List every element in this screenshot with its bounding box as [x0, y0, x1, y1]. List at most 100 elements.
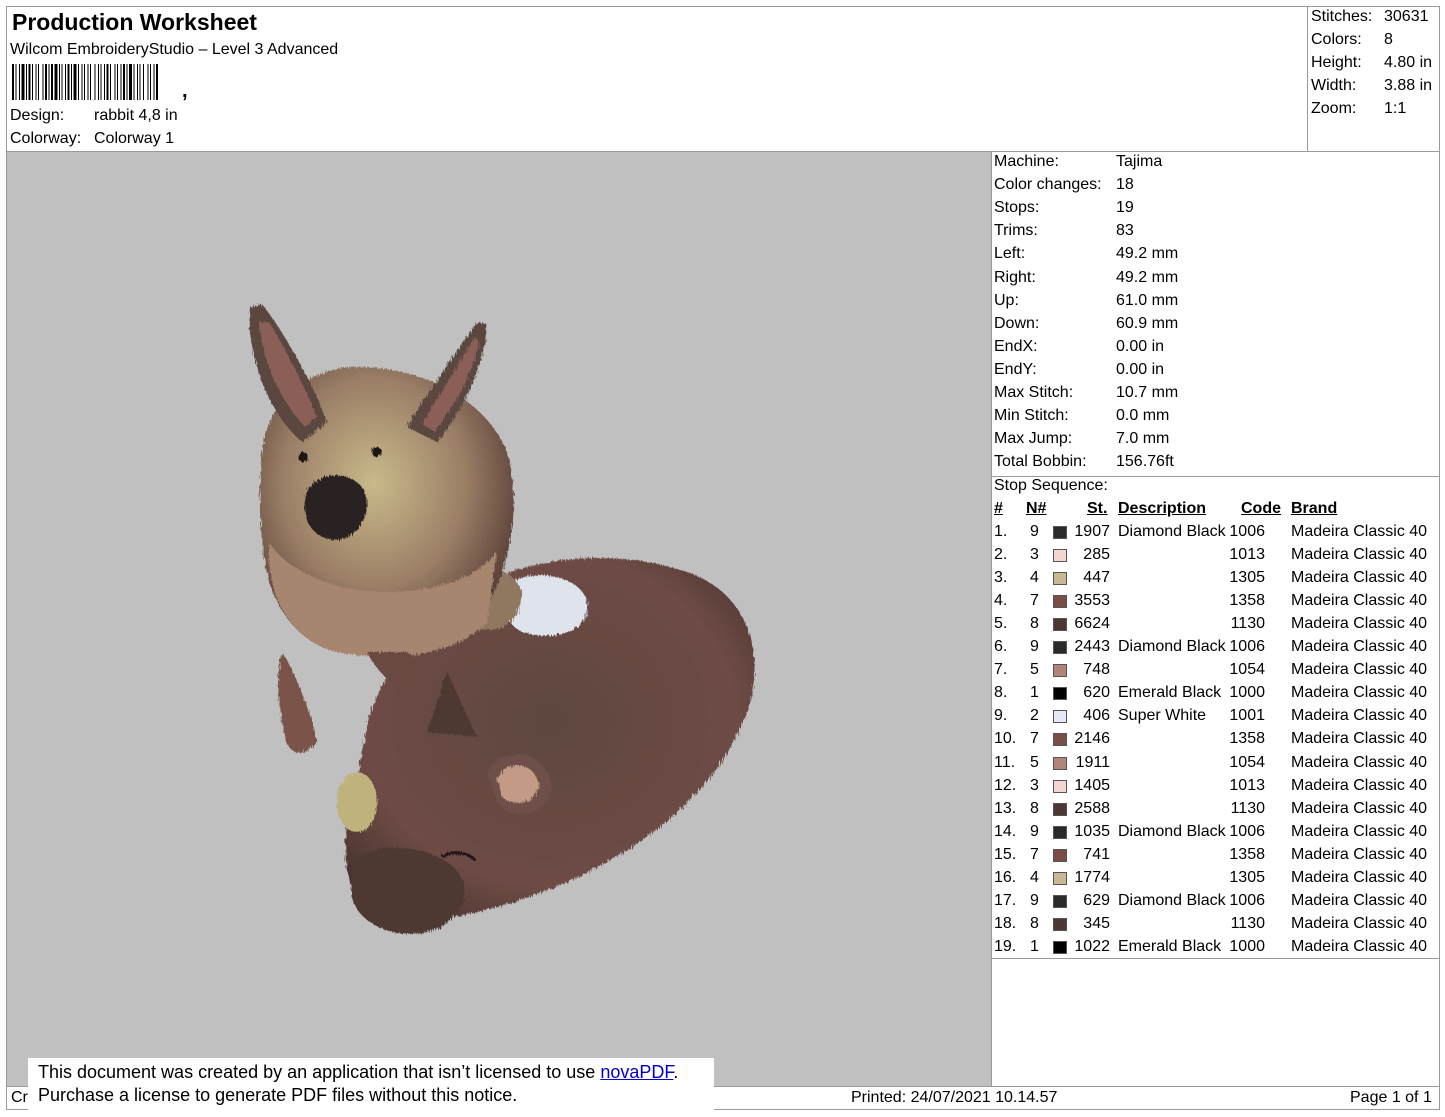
barcode-bar	[117, 64, 118, 100]
barcode-bar	[81, 64, 83, 100]
color-swatch	[1053, 733, 1067, 747]
info-label: Trims:	[994, 222, 1038, 240]
summary-value: 1:1	[1384, 100, 1407, 117]
col-header-description: Description	[1118, 500, 1207, 517]
row-index: 17.	[994, 891, 1017, 909]
thread-brand: Madeira Classic 40	[1291, 661, 1428, 679]
barcode-bar	[12, 64, 14, 100]
stitch-count: 447	[1083, 569, 1110, 587]
color-swatch	[1053, 779, 1067, 793]
row-index: 10.	[994, 730, 1017, 748]
barcode-bar	[137, 64, 138, 100]
thread-description: Emerald Black	[1118, 937, 1222, 955]
barcode-bar	[106, 64, 109, 100]
thread-description: Emerald Black	[1118, 684, 1222, 702]
barcode-bar	[54, 64, 58, 100]
barcode-bar	[71, 64, 72, 100]
thread-description: Diamond Black	[1118, 822, 1226, 840]
row-index: 12.	[994, 776, 1017, 794]
needle-number: 9	[1030, 638, 1039, 656]
thread-code: 1006	[1229, 891, 1265, 909]
barcode-bar	[73, 64, 77, 100]
table-row: 5. 8 6624 1130 Madeira Classic 40	[994, 615, 1438, 637]
barcode-bar	[114, 64, 116, 100]
col-header-brand: Brand	[1291, 500, 1338, 517]
thread-brand: Madeira Classic 40	[1291, 891, 1428, 909]
thread-code: 1013	[1229, 776, 1265, 794]
thread-brand: Madeira Classic 40	[1291, 753, 1428, 771]
barcode-bar	[156, 64, 158, 100]
stitch-count: 345	[1083, 914, 1110, 932]
info-value: 49.2 mm	[1116, 268, 1179, 286]
info-value: 0.0 mm	[1116, 407, 1170, 425]
row-index: 19.	[994, 937, 1017, 955]
color-swatch	[1053, 871, 1067, 885]
col-header-code: Code	[1241, 500, 1281, 517]
thread-brand: Madeira Classic 40	[1291, 845, 1428, 863]
info-label: Min Stitch:	[994, 407, 1069, 425]
needle-number: 8	[1030, 914, 1039, 932]
thread-code: 1006	[1229, 822, 1265, 840]
barcode-bar	[35, 64, 37, 100]
row-index: 13.	[994, 799, 1017, 817]
summary-label: Colors:	[1311, 31, 1362, 48]
notice-line2: Purchase a license to generate PDF files…	[38, 1085, 518, 1105]
table-row: 19. 1 1022 Emerald Black 1000 Madeira Classic…	[994, 938, 1438, 960]
color-swatch	[1053, 825, 1067, 839]
thread-code: 1305	[1229, 569, 1265, 587]
table-row: 9. 2 406 Super White 1001 Madeira Classic 40	[994, 707, 1438, 729]
info-value: 19	[1116, 199, 1134, 217]
needle-number: 5	[1030, 753, 1039, 771]
info-value: 0.00 in	[1116, 360, 1165, 378]
thread-brand: Madeira Classic 40	[1291, 822, 1428, 840]
thread-code: 1001	[1229, 707, 1265, 725]
barcode-bar	[139, 64, 141, 100]
stitch-count: 748	[1083, 661, 1110, 679]
design-label: Design:	[10, 107, 65, 124]
barcode-bar	[67, 64, 70, 100]
software-name: Wilcom EmbroideryStudio – Level 3 Advanc…	[10, 41, 339, 58]
barcode-bar	[48, 64, 50, 100]
table-row: 6. 9 2443 Diamond Black 1006 Madeira Classic …	[994, 638, 1438, 660]
row-index: 11.	[994, 753, 1016, 771]
thread-code: 1130	[1230, 799, 1265, 817]
needle-number: 8	[1030, 615, 1039, 633]
needle-number: 7	[1030, 730, 1039, 748]
barcode-bar	[147, 64, 149, 100]
table-row: 18. 8 345 1130 Madeira Classic 40	[994, 915, 1438, 937]
barcode-bar	[38, 64, 39, 100]
stitch-count: 1907	[1074, 523, 1110, 540]
table-row: 1. 9 1907 Diamond Black 1006 Madeira Classic …	[994, 523, 1438, 545]
barcode-bar	[150, 64, 151, 100]
info-value: 18	[1116, 176, 1134, 194]
row-index: 8.	[994, 684, 1008, 702]
divider	[991, 958, 1439, 959]
needle-number: 7	[1030, 592, 1039, 610]
table-row: 17. 9 629 Diamond Black 1006 Madeira Classic …	[994, 892, 1438, 914]
table-row: 10. 7 2146 1358 Madeira Classic 40	[994, 730, 1438, 752]
info-value: 83	[1116, 222, 1134, 240]
info-label: Max Jump:	[994, 430, 1073, 448]
barcode-bar	[90, 64, 91, 100]
barcode-bar	[32, 64, 33, 100]
thread-description: Diamond Black	[1118, 891, 1226, 909]
barcode-bar	[87, 64, 89, 100]
table-row: 11. 5 1911 1054 Madeira Classic 40	[994, 754, 1438, 776]
thread-description: Diamond Black	[1118, 638, 1226, 656]
row-index: 3.	[994, 569, 1008, 587]
table-row: 4. 7 3553 1358 Madeira Classic 40	[994, 592, 1438, 614]
barcode-bar	[104, 64, 105, 100]
summary-label: Stitches:	[1311, 8, 1373, 25]
needle-number: 4	[1030, 868, 1039, 886]
thread-code: 1013	[1229, 546, 1265, 564]
stop-sequence-title: Stop Sequence:	[994, 477, 1108, 494]
stitch-count: 741	[1083, 845, 1110, 863]
novapdf-link[interactable]: novaPDF	[600, 1062, 673, 1082]
needle-number: 4	[1030, 569, 1039, 587]
col-header-index: #	[994, 500, 1003, 517]
thread-description: Super White	[1118, 707, 1207, 725]
barcode-bar	[98, 64, 99, 100]
notice-text: This document was created by an applicat…	[38, 1062, 601, 1082]
rabbit-embroidery-image	[249, 304, 755, 934]
thread-code: 1006	[1229, 523, 1265, 540]
